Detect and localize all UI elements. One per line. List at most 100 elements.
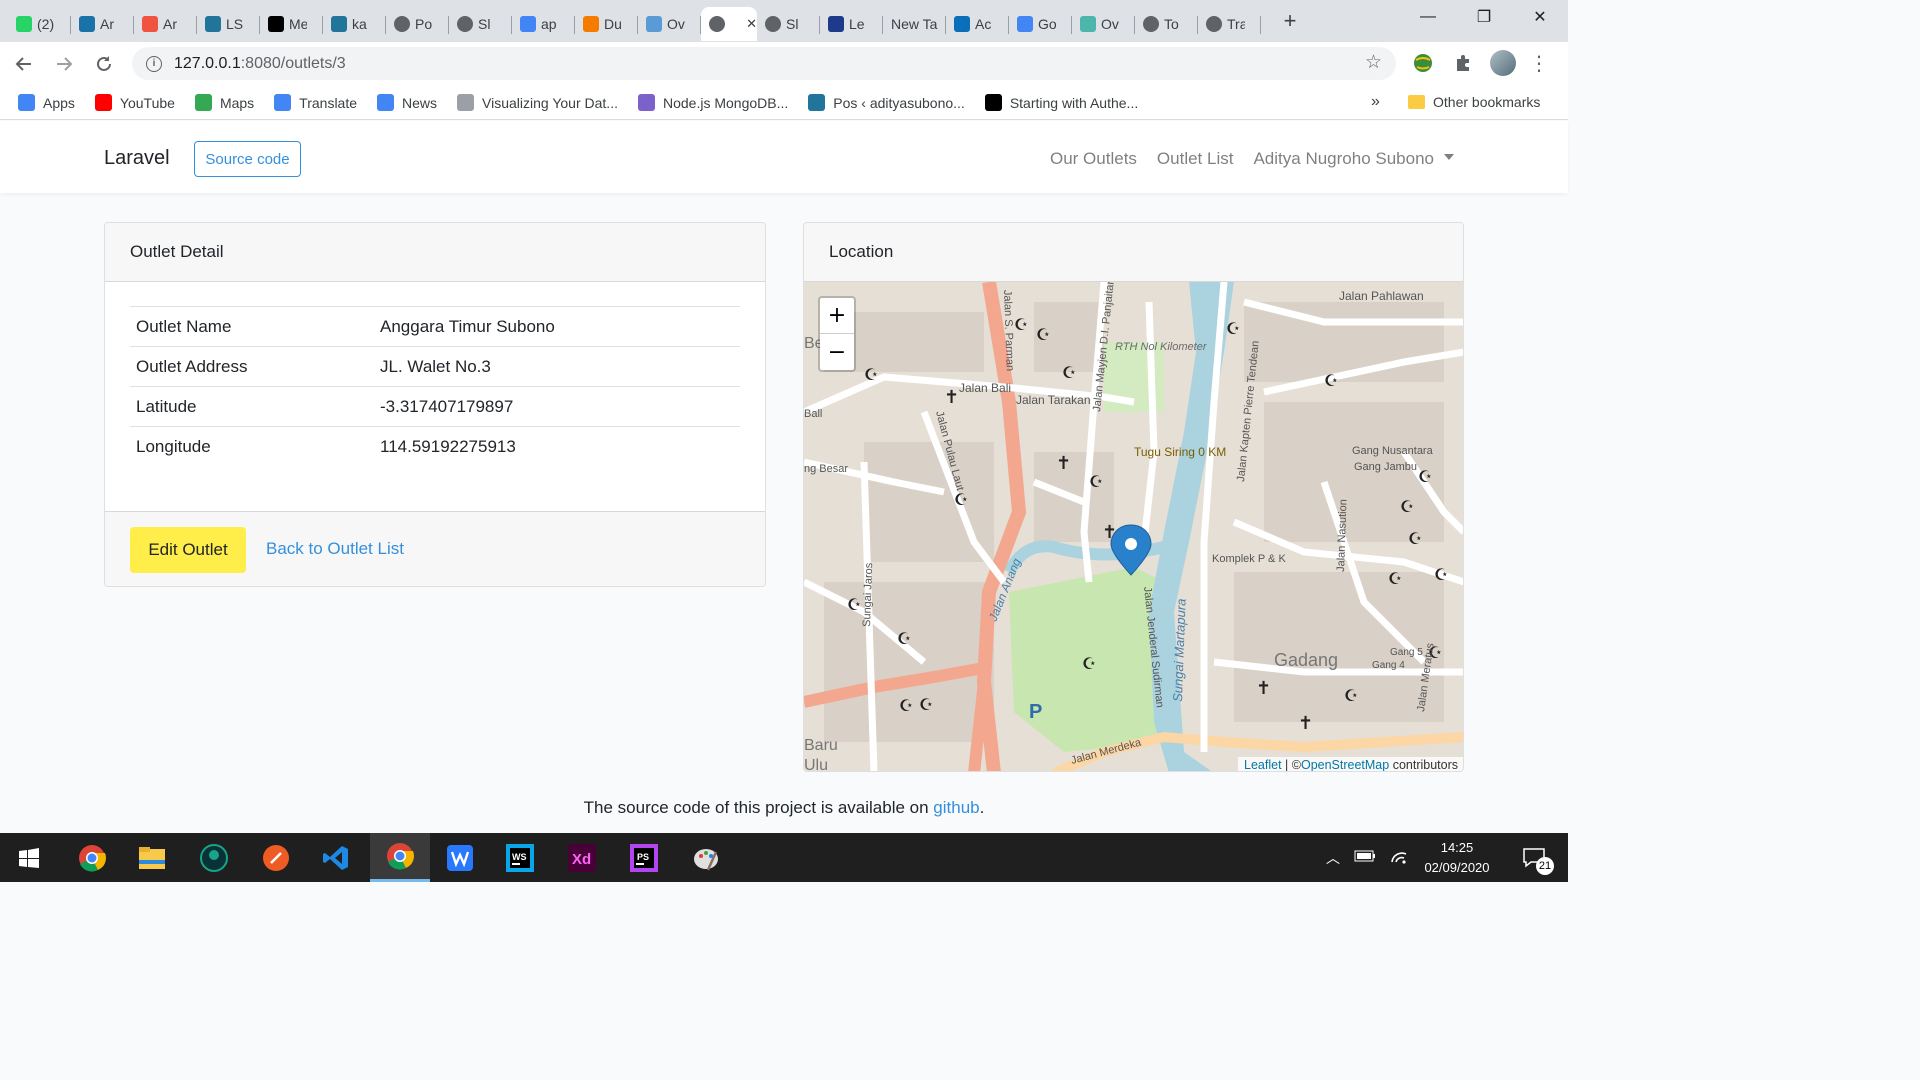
openstreetmap-link[interactable]: OpenStreetMap bbox=[1301, 758, 1389, 771]
bookmark-item[interactable]: Maps bbox=[194, 94, 254, 111]
gitkraken-icon[interactable] bbox=[184, 833, 244, 882]
tab[interactable]: Ac bbox=[946, 7, 1009, 41]
postman-icon[interactable] bbox=[246, 833, 306, 882]
tab-title: Le bbox=[849, 16, 865, 32]
tab-active[interactable]: ✕ bbox=[701, 7, 757, 41]
bookmark-item[interactable]: Apps bbox=[18, 94, 75, 111]
tab[interactable]: Sl bbox=[757, 7, 820, 41]
browser-toolbar: i 127.0.0.1:8080/outlets/3 ☆ ⋮ bbox=[0, 42, 1568, 86]
bookmarks-bar: Apps YouTube Maps Translate News Visualizing … bbox=[0, 86, 1568, 120]
edit-outlet-button[interactable]: Edit Outlet bbox=[130, 527, 246, 573]
menu-kebab-icon[interactable]: ⋮ bbox=[1524, 48, 1554, 78]
chrome-active-icon[interactable] bbox=[370, 833, 430, 882]
svg-text:☪: ☪ bbox=[847, 595, 861, 614]
webstorm-icon[interactable]: WS bbox=[490, 833, 550, 882]
translate-icon bbox=[274, 94, 292, 111]
grid-icon bbox=[637, 94, 655, 111]
site-info-icon[interactable]: i bbox=[146, 55, 162, 72]
chevron-up-icon[interactable]: ︿ bbox=[1326, 848, 1340, 868]
file-explorer-icon[interactable] bbox=[122, 833, 182, 882]
clock-date: 02/09/2020 bbox=[1424, 859, 1490, 875]
bookmark-item[interactable]: Starting with Authe... bbox=[984, 94, 1138, 111]
wps-icon[interactable] bbox=[430, 833, 490, 882]
other-bookmarks-folder[interactable]: Other bookmarks bbox=[1408, 94, 1540, 110]
minimize-button[interactable]: — bbox=[1400, 0, 1456, 34]
tab[interactable]: Ov bbox=[1072, 7, 1135, 41]
tab[interactable]: ap bbox=[512, 7, 575, 41]
phpstorm-icon[interactable]: PS bbox=[614, 833, 674, 882]
page-footer: The source code of this project is avail… bbox=[0, 798, 1568, 818]
zoom-out-button[interactable]: − bbox=[820, 334, 854, 370]
leaflet-link[interactable]: Leaflet bbox=[1244, 758, 1282, 771]
tab[interactable]: To bbox=[1135, 7, 1198, 41]
bookmark-item[interactable]: Translate bbox=[274, 94, 357, 111]
bookmarks-overflow-button[interactable]: » bbox=[1371, 93, 1380, 111]
tab[interactable]: (2) bbox=[8, 7, 71, 41]
google-icon bbox=[520, 16, 536, 32]
tab[interactable]: ka bbox=[323, 7, 386, 41]
tab[interactable]: Ov bbox=[638, 7, 701, 41]
bookmark-item[interactable]: Visualizing Your Dat... bbox=[457, 94, 618, 111]
start-icon[interactable] bbox=[0, 833, 58, 882]
map-attribution: Leaflet | ©OpenStreetMap contributors bbox=[1238, 757, 1463, 771]
new-tab-button[interactable]: + bbox=[1275, 8, 1305, 34]
user-dropdown[interactable]: Aditya Nugroho Subono bbox=[1253, 149, 1454, 169]
battery-icon[interactable] bbox=[1354, 850, 1376, 865]
app-navbar: Laravel Source code Our Outlets Outlet L… bbox=[0, 121, 1568, 193]
restore-button[interactable]: ❐ bbox=[1456, 0, 1512, 34]
tab[interactable]: Go bbox=[1009, 7, 1072, 41]
tab[interactable]: Ar bbox=[134, 7, 197, 41]
chrome-icon[interactable] bbox=[62, 833, 122, 882]
bookmark-item[interactable]: Pos ‹ adityasubono... bbox=[808, 94, 965, 111]
xd-icon[interactable]: Xd bbox=[552, 833, 612, 882]
detail-value: -3.317407179897 bbox=[374, 386, 740, 427]
globe-icon bbox=[1206, 16, 1222, 32]
extensions-puzzle-icon[interactable] bbox=[1448, 48, 1478, 78]
github-link[interactable]: github bbox=[933, 798, 979, 817]
nav-our-outlets[interactable]: Our Outlets bbox=[1050, 149, 1137, 169]
leaflet-map[interactable]: ☪☪☪ ☪☪☪ ☪☪☪ ☪☪☪ ☪☪☪ ☪☪☪ ☪☪ ✝✝ ✝✝ ✝ P Bes… bbox=[804, 282, 1463, 771]
tab[interactable]: New Ta bbox=[883, 7, 946, 41]
maps-icon bbox=[194, 94, 212, 111]
nav-outlet-list[interactable]: Outlet List bbox=[1157, 149, 1234, 169]
bookmark-label: Pos ‹ adityasubono... bbox=[833, 94, 965, 111]
notifications-button[interactable]: 21 bbox=[1514, 833, 1554, 882]
svg-text:☪: ☪ bbox=[1082, 654, 1096, 673]
forward-arrow-icon[interactable] bbox=[46, 46, 82, 82]
tab[interactable]: Du bbox=[575, 7, 638, 41]
svg-text:☪: ☪ bbox=[864, 365, 878, 384]
close-window-button[interactable]: ✕ bbox=[1512, 0, 1568, 34]
bookmark-star-icon[interactable]: ☆ bbox=[1365, 51, 1382, 74]
back-to-outlet-list-link[interactable]: Back to Outlet List bbox=[266, 539, 404, 559]
grid-icon bbox=[646, 16, 662, 32]
source-code-button[interactable]: Source code bbox=[194, 141, 301, 177]
tab[interactable]: Me bbox=[260, 7, 323, 41]
tab-title: Ac bbox=[975, 16, 992, 32]
paint-icon[interactable] bbox=[676, 833, 736, 882]
bookmark-item[interactable]: YouTube bbox=[94, 94, 175, 111]
vscode-icon[interactable] bbox=[306, 833, 366, 882]
extension-globe-icon[interactable] bbox=[1408, 48, 1438, 78]
svg-text:Gadang: Gadang bbox=[1274, 650, 1338, 670]
tab[interactable]: Po bbox=[386, 7, 449, 41]
brand-link[interactable]: Laravel bbox=[104, 147, 170, 170]
bookmark-item[interactable]: Node.js MongoDB... bbox=[637, 94, 788, 111]
other-bookmarks-label: Other bookmarks bbox=[1433, 94, 1541, 110]
reload-icon[interactable] bbox=[86, 46, 122, 82]
wordpress-icon bbox=[331, 16, 347, 32]
svg-text:Gang 5: Gang 5 bbox=[1390, 647, 1423, 658]
tab[interactable]: Le bbox=[820, 7, 883, 41]
location-header: Location bbox=[804, 223, 1463, 282]
tab[interactable]: LS bbox=[197, 7, 260, 41]
tab[interactable]: Sl bbox=[449, 7, 512, 41]
zoom-in-button[interactable]: + bbox=[820, 298, 854, 334]
back-arrow-icon[interactable] bbox=[6, 46, 42, 82]
tab[interactable]: Ar bbox=[71, 7, 134, 41]
address-bar[interactable]: i 127.0.0.1:8080/outlets/3 ☆ bbox=[132, 47, 1396, 80]
wifi-icon[interactable] bbox=[1390, 848, 1408, 867]
bookmark-item[interactable]: News bbox=[377, 94, 437, 111]
clock[interactable]: 14:25 02/09/2020 bbox=[1414, 833, 1500, 882]
close-tab-icon[interactable]: ✕ bbox=[746, 16, 757, 32]
profile-avatar[interactable] bbox=[1488, 48, 1518, 78]
tab[interactable]: Tra bbox=[1198, 7, 1261, 41]
